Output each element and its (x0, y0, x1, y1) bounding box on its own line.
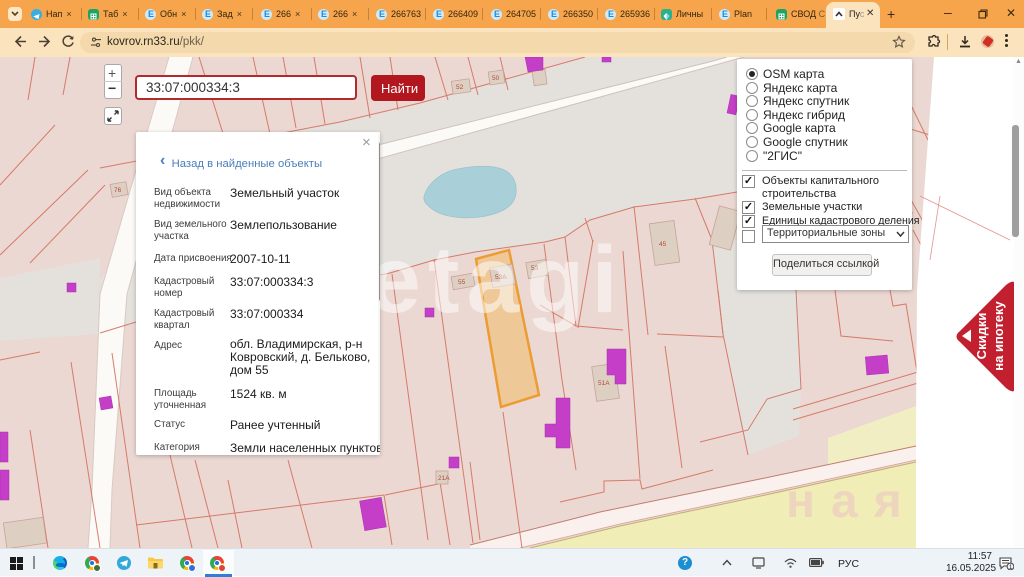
svg-text:52: 52 (456, 84, 464, 91)
svg-text:ная: ная (786, 475, 918, 528)
svg-text:45: 45 (659, 241, 667, 248)
svg-text:50: 50 (492, 75, 500, 82)
svg-text:21A: 21A (438, 475, 450, 482)
svg-text:51A: 51A (598, 380, 610, 387)
svg-text:Скидки: Скидки (974, 313, 989, 360)
svg-text:на ипотеку: на ипотеку (991, 300, 1006, 370)
svg-text:76: 76 (114, 187, 122, 194)
svg-text:etagi: etagi (368, 227, 625, 333)
